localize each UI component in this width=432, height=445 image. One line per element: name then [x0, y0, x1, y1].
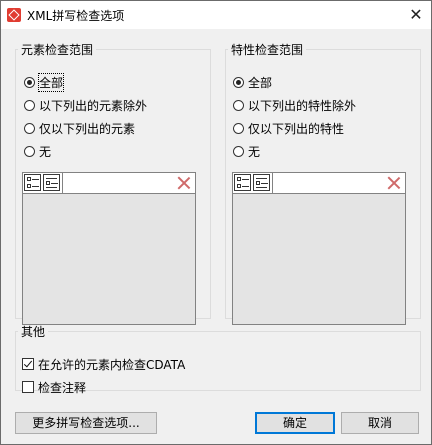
attribute-scope-group: 特性检查范围 全部 以下列出的特性除外 仅以下列出的特性 无	[225, 41, 421, 325]
insert-row-icon[interactable]	[234, 174, 251, 191]
attribute-scope-only-listed-radio[interactable]: 仅以下列出的特性	[233, 120, 344, 136]
check-cdata-checkbox[interactable]: 在允许的元素内检查CDATA	[22, 356, 185, 372]
insert-row-icon[interactable]	[24, 174, 41, 191]
radio-label: 无	[248, 144, 261, 159]
other-options-legend: 其他	[21, 325, 46, 339]
checkbox-label: 在允许的元素内检查CDATA	[38, 357, 186, 372]
attribute-list-toolbar	[233, 173, 405, 194]
check-comments-checkbox[interactable]: 检查注释	[22, 379, 86, 395]
element-scope-none-radio[interactable]: 无	[24, 143, 51, 159]
delete-icon[interactable]	[386, 175, 402, 191]
title-bar[interactable]: XML拼写检查选项 ✕	[1, 1, 431, 29]
radio-label: 以下列出的元素除外	[39, 98, 148, 113]
ok-button[interactable]: 确定	[255, 412, 335, 434]
element-scope-legend: 元素检查范围	[21, 43, 94, 57]
dialog-window: XML拼写检查选项 ✕ 元素检查范围 全部 以下列出的元素除外 仅以下列出的元素…	[0, 0, 432, 445]
radio-label: 无	[39, 144, 52, 159]
other-options-group: 其他 在允许的元素内检查CDATA 检查注释	[15, 323, 421, 395]
radio-indicator	[233, 145, 244, 157]
radio-indicator	[24, 99, 35, 111]
delete-icon[interactable]	[176, 175, 192, 191]
radio-indicator	[24, 122, 35, 134]
radio-label: 全部	[37, 72, 65, 92]
radio-indicator	[233, 99, 244, 111]
radio-indicator	[233, 122, 244, 134]
radio-indicator	[24, 145, 35, 157]
element-scope-except-listed-radio[interactable]: 以下列出的元素除外	[24, 97, 147, 113]
attribute-scope-all-radio[interactable]: 全部	[233, 74, 272, 90]
append-row-icon[interactable]	[43, 174, 60, 191]
attribute-scope-except-listed-radio[interactable]: 以下列出的特性除外	[233, 97, 356, 113]
toolbar-separator	[62, 173, 63, 193]
element-list[interactable]	[22, 172, 196, 325]
element-scope-all-radio[interactable]: 全部	[24, 72, 65, 92]
element-scope-only-listed-radio[interactable]: 仅以下列出的元素	[24, 120, 135, 136]
attribute-scope-legend: 特性检查范围	[231, 43, 304, 57]
close-button[interactable]: ✕	[401, 1, 431, 29]
window-title: XML拼写检查选项	[27, 9, 125, 23]
radio-label: 仅以下列出的特性	[248, 121, 345, 136]
close-icon: ✕	[409, 5, 423, 24]
radio-label: 全部	[248, 75, 273, 90]
toolbar-separator	[272, 173, 273, 193]
app-icon	[7, 8, 21, 22]
append-row-icon[interactable]	[253, 174, 270, 191]
radio-indicator	[233, 76, 244, 88]
checkbox-indicator	[22, 381, 34, 393]
element-list-toolbar	[23, 173, 195, 194]
attribute-list[interactable]	[232, 172, 406, 325]
radio-label: 以下列出的特性除外	[248, 98, 357, 113]
checkbox-indicator	[22, 358, 34, 370]
element-scope-group: 元素检查范围 全部 以下列出的元素除外 仅以下列出的元素 无	[15, 41, 211, 325]
cancel-button[interactable]: 取消	[341, 412, 419, 434]
checkbox-label: 检查注释	[38, 380, 87, 395]
attribute-scope-none-radio[interactable]: 无	[233, 143, 260, 159]
radio-label: 仅以下列出的元素	[39, 121, 136, 136]
more-spelling-options-button[interactable]: 更多拼写检查选项...	[15, 412, 157, 434]
radio-indicator	[24, 76, 35, 88]
